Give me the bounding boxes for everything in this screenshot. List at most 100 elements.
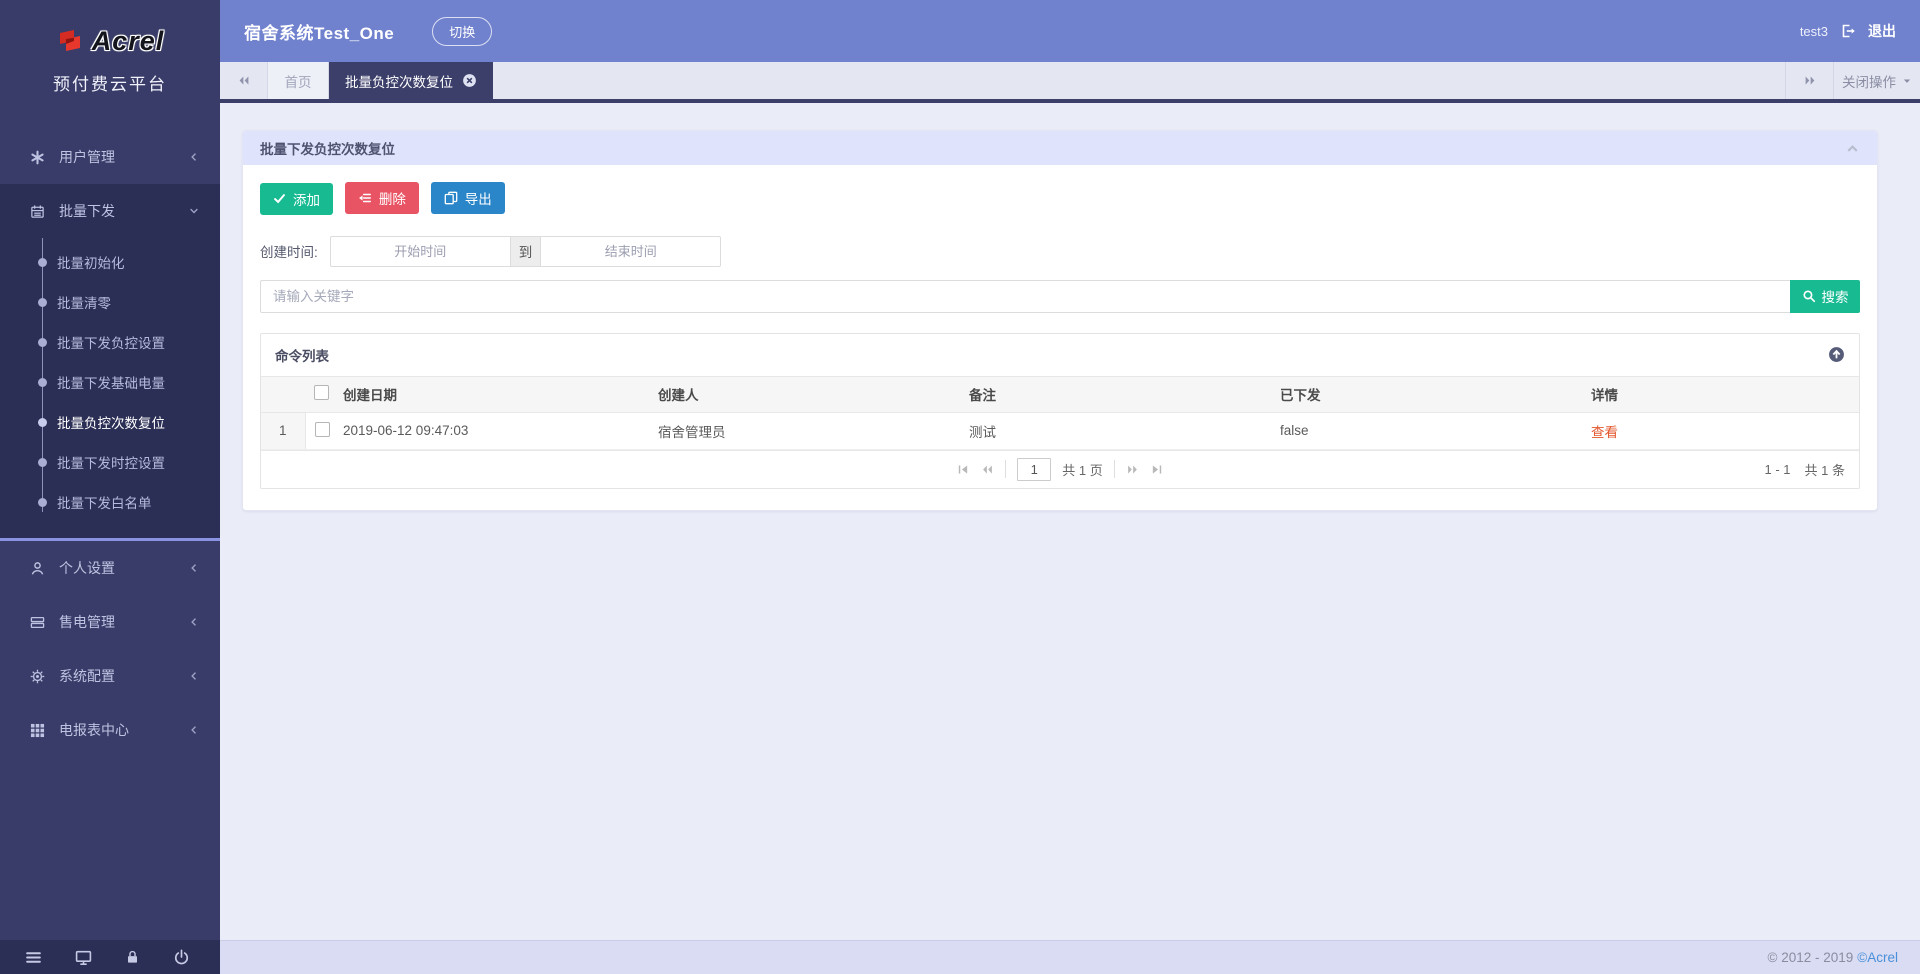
sidebar-item-batch-send[interactable]: 批量下发 (0, 184, 220, 238)
sidebar-item-label: 用户管理 (59, 149, 115, 165)
tabbar-spacer (493, 62, 1785, 99)
double-arrow-left-icon (239, 76, 248, 85)
close-icon[interactable] (462, 73, 477, 88)
sidebar-item-user-management[interactable]: 用户管理 (0, 130, 220, 184)
start-time-input[interactable] (329, 235, 510, 267)
double-arrow-right-icon (1805, 76, 1814, 85)
view-detail-link[interactable]: 查看 (1591, 425, 1618, 440)
column-header-creator: 创建人 (658, 375, 969, 413)
sidebar-subitem-batch-init[interactable]: 批量初始化 (0, 242, 220, 282)
tab-label: 批量负控次数复位 (345, 74, 453, 90)
sidebar-subitem-time-control-setting[interactable]: 批量下发时控设置 (0, 442, 220, 482)
monitor-icon[interactable] (75, 949, 92, 966)
last-page-button[interactable] (1150, 463, 1163, 476)
delete-button[interactable]: 删除 (344, 182, 419, 214)
cards-icon (30, 616, 45, 628)
gear-icon (30, 669, 45, 683)
tabbar-underline (220, 99, 1920, 103)
power-icon[interactable] (173, 949, 190, 966)
sidebar-subitem-batch-clear[interactable]: 批量清零 (0, 282, 220, 322)
tabs-scroll-right-button[interactable] (1785, 62, 1833, 99)
panel-header: 批量下发负控次数复位 (243, 131, 1877, 165)
caret-down-icon (1903, 78, 1911, 83)
collapse-card-button[interactable] (1828, 346, 1845, 363)
logout-icon[interactable] (1840, 23, 1856, 39)
column-header-remark: 备注 (969, 375, 1280, 413)
copyright-text: © 2012 - 2019 (1767, 950, 1854, 965)
double-arrow-left-icon (983, 464, 993, 474)
command-list-header: 命令列表 (261, 334, 1859, 376)
check-icon (274, 194, 285, 204)
remove-list-icon (358, 193, 371, 203)
select-all-checkbox[interactable] (314, 385, 329, 400)
tab-batch-load-control-reset[interactable]: 批量负控次数复位 (329, 62, 493, 99)
row-checkbox[interactable] (314, 421, 330, 437)
subitem-label: 批量清零 (57, 296, 111, 311)
copy-icon (444, 191, 458, 205)
sidebar-bottom-bar (0, 940, 220, 974)
user-icon (31, 561, 44, 575)
sidebar-subitem-whitelist[interactable]: 批量下发白名单 (0, 482, 220, 522)
close-operations-dropdown[interactable]: 关闭操作 (1833, 62, 1920, 99)
sidebar-item-system-config[interactable]: 系统配置 (0, 649, 220, 703)
keyword-search-input[interactable] (260, 279, 1790, 313)
chevron-left-icon (191, 726, 196, 734)
add-button[interactable]: 添加 (260, 182, 333, 215)
subitem-label: 批量下发基础电量 (57, 376, 165, 391)
brand-name: Acrel (91, 25, 165, 56)
command-list-title: 命令列表 (275, 348, 329, 364)
sidebar-item-label: 电报表中心 (59, 722, 129, 738)
username: test3 (1799, 23, 1828, 39)
panel-collapse-button[interactable] (1845, 141, 1860, 156)
batch-reset-panel: 批量下发负控次数复位 添加 删除 导出 创建时间: 开始时间 到 结束时间 请输… (242, 130, 1878, 511)
cell-sent: false (1280, 412, 1591, 450)
double-arrow-right-icon (1127, 464, 1137, 474)
export-button-label: 导出 (464, 192, 492, 207)
sidebar-subitem-base-energy[interactable]: 批量下发基础电量 (0, 362, 220, 402)
command-table: 创建日期 创建人 备注 已下发 详情 1 2019-06-12 09:47:03 (261, 375, 1859, 450)
tabs-scroll-left-button[interactable] (220, 62, 268, 99)
row-number-cell: 1 (261, 412, 306, 450)
acrel-link[interactable]: ©Acrel (1857, 950, 1898, 965)
search-icon (1802, 290, 1815, 303)
panel-title: 批量下发负控次数复位 (260, 142, 395, 157)
sidebar-item-personal-settings[interactable]: 个人设置 (0, 541, 220, 595)
chevron-up-icon (1847, 144, 1858, 152)
calendar-icon (31, 204, 44, 218)
row-number-header (261, 375, 305, 413)
next-page-button[interactable] (1126, 463, 1139, 476)
page-number-input[interactable] (1017, 457, 1052, 481)
column-header-date: 创建日期 (343, 375, 658, 413)
sidebar-item-label: 系统配置 (59, 668, 115, 684)
bullet-dot-icon (38, 297, 47, 307)
pagination-bar: 共 1 页 1 - 1 共 1 条 (261, 449, 1859, 488)
sidebar-subitem-load-control-reset[interactable]: 批量负控次数复位 (0, 402, 220, 442)
bullet-dot-icon (38, 417, 47, 427)
sidebar-item-electricity-sales[interactable]: 售电管理 (0, 595, 220, 649)
lock-icon[interactable] (125, 949, 140, 965)
subitem-label: 批量下发时控设置 (57, 456, 165, 471)
sidebar-item-meter-report-center[interactable]: 电报表中心 (0, 703, 220, 757)
pager-divider (1005, 460, 1007, 478)
subitem-label: 批量下发负控设置 (57, 336, 165, 351)
bullet-dot-icon (38, 377, 47, 387)
arrow-up-circle-icon (1829, 347, 1844, 362)
menu-icon[interactable] (25, 949, 42, 966)
prev-page-button[interactable] (981, 463, 994, 476)
cell-creator: 宿舍管理员 (658, 412, 969, 450)
end-time-input[interactable] (541, 235, 722, 267)
topbar: 宿舍系统Test_One 切换 test3 退出 (220, 0, 1920, 62)
tab-home[interactable]: 首页 (268, 62, 329, 99)
platform-subtitle: 预付费云平台 (53, 75, 167, 94)
pagination-summary: 1 - 1 共 1 条 (1765, 451, 1845, 488)
sidebar-item-label: 个人设置 (59, 560, 115, 576)
sidebar-subitem-load-control-setting[interactable]: 批量下发负控设置 (0, 322, 220, 362)
switch-system-button[interactable]: 切换 (432, 16, 493, 46)
subitem-label: 批量初始化 (57, 256, 125, 271)
select-all-header (305, 375, 343, 413)
export-button[interactable]: 导出 (430, 182, 505, 214)
logout-button[interactable]: 退出 (1868, 21, 1896, 41)
first-page-button[interactable] (957, 463, 970, 476)
tabbar: 首页 批量负控次数复位 关闭操作 (220, 62, 1920, 99)
search-button[interactable]: 搜索 (1790, 279, 1860, 313)
